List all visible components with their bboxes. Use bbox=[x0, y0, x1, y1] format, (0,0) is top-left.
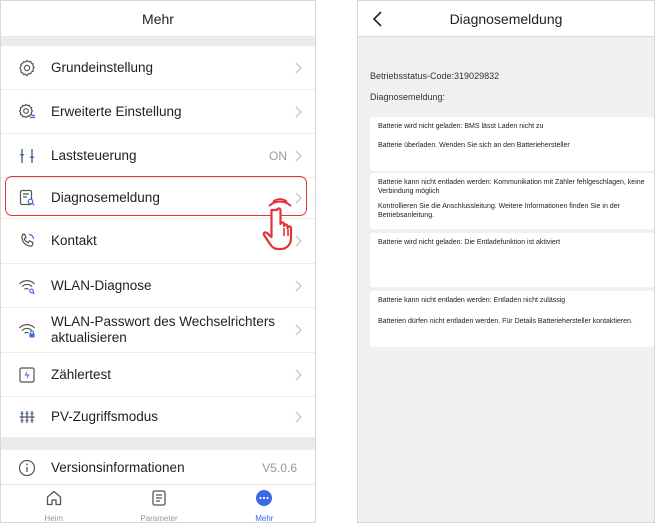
menu-label: Kontakt bbox=[51, 233, 97, 248]
info-icon bbox=[17, 458, 37, 478]
message-card: Batterie kann nicht entladen werden: Ent… bbox=[370, 291, 654, 347]
tab-label: Mehr bbox=[255, 514, 274, 523]
message-line: Batterie überladen. Wenden Sie sich an d… bbox=[378, 141, 570, 149]
page-title: Mehr bbox=[1, 1, 315, 37]
wifi-password-icon bbox=[17, 320, 37, 340]
menu-item-wlan-passwort[interactable]: WLAN-Passwort des Wechselrichters aktual… bbox=[1, 308, 315, 353]
message-line: Kontrollieren Sie die Anschlussleitung. … bbox=[378, 203, 620, 219]
message-card: Batterie wird nicht geladen: BMS lässt L… bbox=[370, 117, 654, 171]
menu-label: Laststeuerung bbox=[51, 147, 137, 163]
menu-item-grundeinstellung[interactable]: Grundeinstellung bbox=[1, 46, 315, 90]
tab-mehr[interactable]: Mehr bbox=[212, 485, 315, 523]
message-line: Batterie wird nicht geladen: BMS lässt L… bbox=[378, 123, 544, 130]
tab-label: Parameter bbox=[140, 514, 178, 523]
tab-label: Heim bbox=[44, 514, 63, 523]
version-value: V5.0.6 bbox=[262, 461, 297, 475]
parameter-icon bbox=[150, 489, 168, 512]
section-divider bbox=[1, 38, 315, 46]
pv-access-icon bbox=[17, 407, 37, 427]
phone-contact-icon bbox=[17, 231, 37, 251]
chevron-right-icon bbox=[293, 105, 303, 119]
settings-gear-icon bbox=[17, 58, 37, 78]
status-code: Betriebsstatus-Code:319029832 bbox=[370, 71, 500, 81]
tap-hand-icon bbox=[259, 196, 313, 256]
menu-label: WLAN-Passwort des Wechselrichters aktual… bbox=[51, 314, 276, 345]
meter-test-icon bbox=[17, 365, 37, 385]
home-icon bbox=[45, 489, 63, 512]
diagnosis-label: Diagnosemeldung: bbox=[370, 92, 446, 102]
tab-bar: Heim Parameter Mehr bbox=[1, 484, 315, 523]
more-screen: Mehr Grundeinstellung Erweiterte Einstel… bbox=[0, 0, 316, 523]
menu-label: Zählertest bbox=[51, 366, 112, 382]
chevron-right-icon bbox=[293, 323, 303, 337]
menu-value: ON bbox=[269, 148, 287, 163]
menu-label: Erweiterte Einstellung bbox=[51, 103, 182, 119]
back-arrow-icon[interactable] bbox=[370, 9, 386, 29]
message-line: Batterie kann nicht entladen werden: Ent… bbox=[378, 297, 566, 304]
chevron-right-icon bbox=[293, 410, 303, 424]
more-icon bbox=[255, 489, 273, 512]
chevron-right-icon bbox=[293, 149, 303, 163]
menu-label: Versionsinformationen bbox=[51, 460, 185, 475]
load-control-icon bbox=[17, 146, 37, 166]
message-card: Batterie kann nicht entladen werden: Kom… bbox=[370, 173, 654, 229]
menu-item-pv-zugriffsmodus[interactable]: PV-Zugriffsmodus bbox=[1, 397, 315, 438]
message-line: Batterie wird nicht geladen: Die Entlade… bbox=[378, 239, 561, 246]
message-line: Batterien dürfen nicht entladen werden. … bbox=[378, 317, 633, 325]
message-card: Batterie wird nicht geladen: Die Entlade… bbox=[370, 233, 654, 287]
message-line: Batterie kann nicht entladen werden: Kom… bbox=[378, 179, 645, 195]
wifi-diagnose-icon bbox=[17, 276, 37, 296]
menu-label: Grundeinstellung bbox=[51, 59, 154, 75]
menu-item-zaehlertest[interactable]: Zählertest bbox=[1, 353, 315, 397]
menu-label: WLAN-Diagnose bbox=[51, 277, 152, 293]
chevron-right-icon bbox=[293, 61, 303, 75]
menu-item-wlan-diagnose[interactable]: WLAN-Diagnose bbox=[1, 264, 315, 308]
menu-item-erweiterte-einstellung[interactable]: Erweiterte Einstellung bbox=[1, 90, 315, 134]
menu-item-laststeuerung[interactable]: Laststeuerung ON bbox=[1, 134, 315, 178]
page-title: Diagnosemeldung bbox=[449, 10, 563, 27]
diagnosis-screen: Diagnosemeldung Betriebsstatus-Code:3190… bbox=[357, 0, 655, 523]
menu-item-versionsinformationen[interactable]: Versionsinformationen V5.0.6 bbox=[1, 450, 315, 486]
chevron-right-icon bbox=[293, 279, 303, 293]
tab-heim[interactable]: Heim bbox=[1, 485, 106, 523]
header: Diagnosemeldung bbox=[358, 1, 654, 37]
menu-label: PV-Zugriffsmodus bbox=[51, 409, 159, 424]
tab-parameter[interactable]: Parameter bbox=[106, 485, 211, 523]
section-divider bbox=[1, 438, 315, 450]
chevron-right-icon bbox=[293, 368, 303, 382]
advanced-settings-icon bbox=[17, 102, 37, 122]
